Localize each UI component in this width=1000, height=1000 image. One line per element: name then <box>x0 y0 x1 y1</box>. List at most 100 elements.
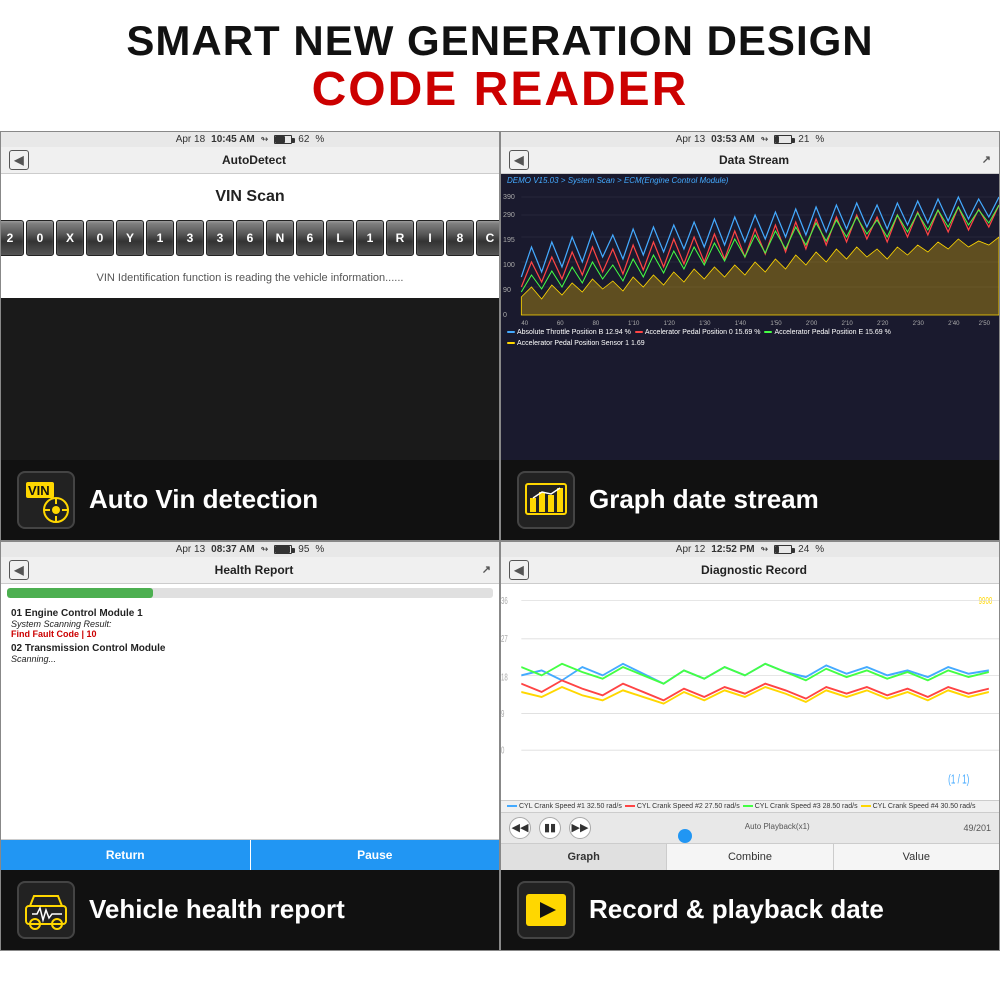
vin-digit: I <box>416 220 444 256</box>
ds-status-bar: Apr 13 03:53 AM ↬ 21% <box>501 132 999 147</box>
health-wifi-icon: ↬ <box>261 544 269 555</box>
ds-legend-item-1: Absolute Throttle Position B 12.94 % <box>507 329 631 336</box>
svg-text:390: 390 <box>503 194 515 201</box>
health-module-1-title: 01 Engine Control Module 1 <box>11 608 489 619</box>
health-module-2: 02 Transmission Control Module Scanning.… <box>11 643 489 664</box>
vin-icon: VIN <box>22 476 70 524</box>
health-pause-button[interactable]: Pause <box>250 840 500 870</box>
ds-legend: Absolute Throttle Position B 12.94 % Acc… <box>501 327 999 349</box>
diag-wifi-icon: ↬ <box>761 544 769 555</box>
svg-text:0: 0 <box>503 312 507 319</box>
ds-wifi-icon: ↬ <box>761 134 769 145</box>
health-battery-pct: 95 <box>298 544 309 555</box>
ds-feature-icon-box <box>517 471 575 529</box>
vin-digit: 6 <box>236 220 264 256</box>
health-module-1: 01 Engine Control Module 1 System Scanni… <box>11 608 489 639</box>
ds-date: Apr 13 <box>676 134 705 145</box>
panel-vin: Apr 18 10:45 AM ↬ 62% ◀ AutoDetect VIN S… <box>0 131 500 541</box>
diag-screen: Apr 12 12:52 PM ↬ 24% ◀ Diagnostic Recor… <box>501 542 999 870</box>
panel-datastream: Apr 13 03:53 AM ↬ 21% ◀ Data Stream ↗ DE… <box>500 131 1000 541</box>
panel-health: Apr 13 08:37 AM ↬ 95% ◀ Health Report ↗ <box>0 541 500 951</box>
diag-legend-1: CYL Crank Speed #1 32.50 rad/s <box>507 803 622 810</box>
health-app-title: Health Report <box>37 563 471 577</box>
ds-battery-icon <box>774 135 792 144</box>
vin-digit: 0 <box>86 220 114 256</box>
diag-back-button[interactable]: ◀ <box>509 560 529 580</box>
ds-back-button[interactable]: ◀ <box>509 150 529 170</box>
svg-text:2'10: 2'10 <box>841 321 853 327</box>
health-date: Apr 13 <box>176 544 205 555</box>
diag-feature-icon-box <box>517 881 575 939</box>
vin-scan-area: VIN Scan 20X0Y1336N6L1RI8C VIN Identific… <box>1 174 499 298</box>
health-back-button[interactable]: ◀ <box>9 560 29 580</box>
svg-text:27: 27 <box>501 634 508 645</box>
ds-app-bar: ◀ Data Stream ↗ <box>501 147 999 174</box>
svg-text:VIN: VIN <box>28 483 50 498</box>
playback-label: Auto Playback(x1) <box>599 822 955 831</box>
health-battery-icon <box>274 545 292 554</box>
vin-digit: 3 <box>176 220 204 256</box>
svg-text:1'30: 1'30 <box>699 321 711 327</box>
health-time: 08:37 AM <box>211 544 255 555</box>
svg-text:195: 195 <box>503 237 515 244</box>
ds-export-icon[interactable]: ↗ <box>971 153 991 166</box>
svg-text:40: 40 <box>521 321 528 327</box>
vin-battery-pct: 62 <box>298 134 309 145</box>
diag-feature-label: Record & playback date <box>501 870 999 950</box>
svg-text:(1 / 1): (1 / 1) <box>948 773 969 787</box>
vin-app-bar: ◀ AutoDetect <box>1 147 499 174</box>
diag-status-bar: Apr 12 12:52 PM ↬ 24% <box>501 542 999 557</box>
vin-digit: C <box>476 220 499 256</box>
diag-time: 12:52 PM <box>711 544 754 555</box>
diag-feature-text: Record & playback date <box>589 894 884 925</box>
feature-grid: Apr 18 10:45 AM ↬ 62% ◀ AutoDetect VIN S… <box>0 131 1000 951</box>
vin-feature-text: Auto Vin detection <box>89 484 318 515</box>
diag-app-title: Diagnostic Record <box>537 563 971 577</box>
health-return-button[interactable]: Return <box>1 840 250 870</box>
diag-legend-2: CYL Crank Speed #2 27.50 rad/s <box>625 803 740 810</box>
vin-battery-icon <box>274 135 292 144</box>
tab-combine[interactable]: Combine <box>666 844 832 870</box>
health-fault-1: Find Fault Code | 10 <box>11 629 489 639</box>
health-buttons: Return Pause <box>1 839 499 870</box>
health-feature-icon-box <box>17 881 75 939</box>
vin-digit: 6 <box>296 220 324 256</box>
vin-digit: N <box>266 220 294 256</box>
svg-text:1'50: 1'50 <box>770 321 782 327</box>
diag-next-button[interactable]: ▶▶ <box>569 817 591 839</box>
vin-feature-icon-box: VIN <box>17 471 75 529</box>
ds-legend-item-3: Accelerator Pedal Position E 15.69 % <box>764 329 890 336</box>
diag-legend-3: CYL Crank Speed #3 28.50 rad/s <box>743 803 858 810</box>
svg-text:2'40: 2'40 <box>948 321 960 327</box>
vin-digit: 3 <box>206 220 234 256</box>
ds-path: DEMO V15.03 > System Scan > ECM(Engine C… <box>501 174 999 187</box>
health-progress-bar <box>7 588 493 598</box>
health-feature-text: Vehicle health report <box>89 894 345 925</box>
svg-text:1'10: 1'10 <box>628 321 640 327</box>
diag-pause-button[interactable]: ▮▮ <box>539 817 561 839</box>
graph-icon <box>522 476 570 524</box>
health-export-icon[interactable]: ↗ <box>471 563 491 576</box>
ds-chart-svg: 390 290 195 100 90 0 <box>501 187 999 327</box>
vin-digit: L <box>326 220 354 256</box>
svg-text:0: 0 <box>501 745 505 756</box>
svg-text:18: 18 <box>501 672 508 683</box>
vin-app-title: AutoDetect <box>37 153 471 167</box>
diag-prev-button[interactable]: ◀◀ <box>509 817 531 839</box>
svg-text:80: 80 <box>592 321 599 327</box>
vin-back-button[interactable]: ◀ <box>9 150 29 170</box>
vin-digit: Y <box>116 220 144 256</box>
health-scan-result-1: System Scanning Result: <box>11 619 489 629</box>
svg-text:100: 100 <box>503 262 515 269</box>
svg-text:290: 290 <box>503 212 515 219</box>
vin-status-bar: Apr 18 10:45 AM ↬ 62% <box>1 132 499 147</box>
header-line2: CODE READER <box>10 64 990 117</box>
health-icon <box>22 886 70 934</box>
tab-value[interactable]: Value <box>833 844 999 870</box>
vin-description: VIN Identification function is reading t… <box>97 272 404 284</box>
diag-progress-label: 49/201 <box>963 823 991 833</box>
vin-digit: 1 <box>356 220 384 256</box>
diag-legend: CYL Crank Speed #1 32.50 rad/s CYL Crank… <box>501 800 999 812</box>
tab-graph[interactable]: Graph <box>501 844 666 870</box>
diag-date: Apr 12 <box>676 544 705 555</box>
